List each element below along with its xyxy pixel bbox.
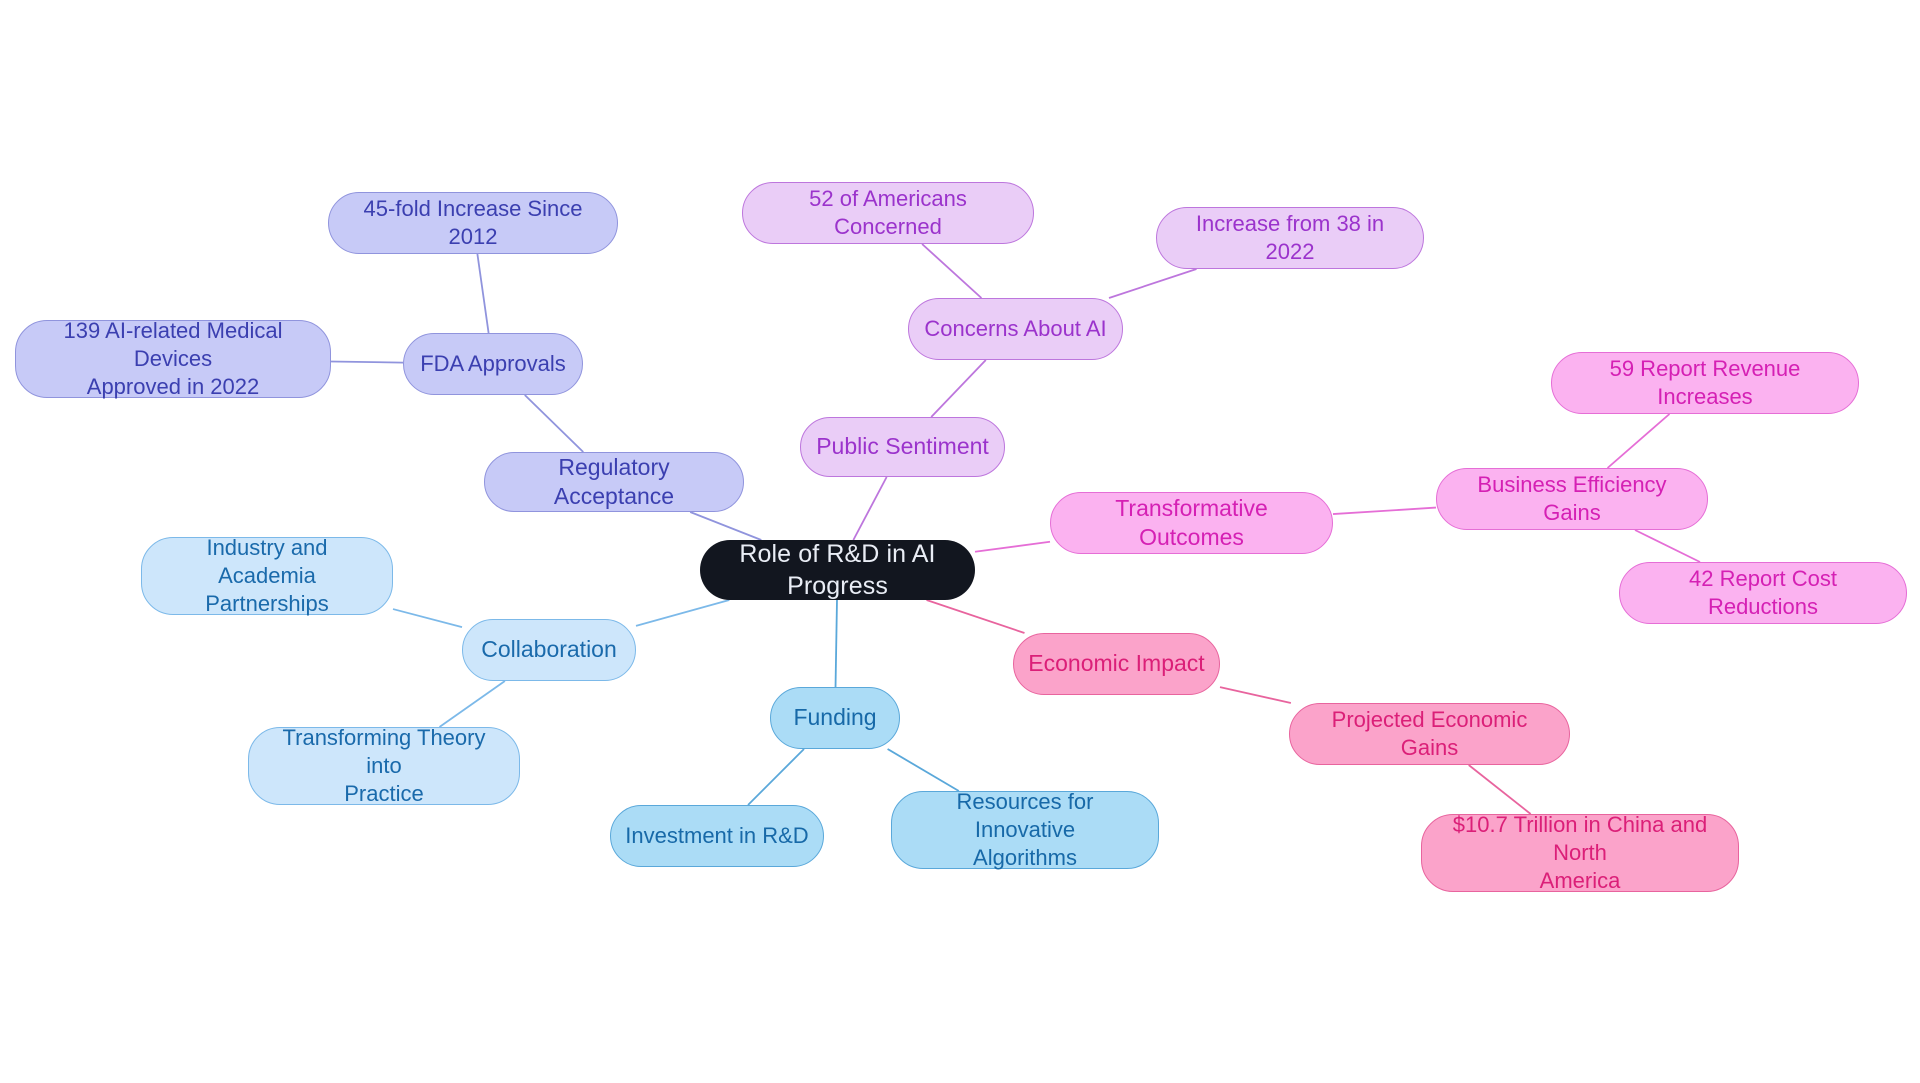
mindmap-node-resources-innovative-algorithms[interactable]: Resources for Innovative Algorithms [891,788,1159,871]
mindmap-branch-transformative-outcomes[interactable]: Transformative Outcomes [1050,492,1333,554]
mindmap-edge [392,608,463,629]
mindmap-node-59-revenue-increases[interactable]: 59 Report Revenue Increases [1551,352,1859,414]
mindmap-edge [887,748,960,792]
mindmap-node-projected-economic-gains[interactable]: Projected Economic Gains [1289,703,1570,765]
node-label: Role of R&D in AI Progress [739,540,936,600]
mindmap-edge [834,599,838,688]
mindmap-edge [635,599,730,627]
mindmap-edge [747,748,805,806]
mindmap-edge [1108,268,1197,299]
mindmap-edge [974,540,1051,553]
mindmap-edge [1219,686,1292,704]
node-label: Industry and Academia Partnerships [205,534,329,617]
node-label: 45-fold Increase Since 2012 [363,195,583,249]
node-label: Resources for Innovative Algorithms [956,788,1094,871]
node-label: Collaboration [481,636,617,663]
node-label: 42 Report Cost Reductions [1689,565,1837,619]
mindmap-node-industry-academia-partnerships[interactable]: Industry and Academia Partnerships [141,534,393,617]
mindmap-node-42-cost-reductions[interactable]: 42 Report Cost Reductions [1619,562,1907,624]
mindmap-edge [1332,506,1437,515]
mindmap-node-fda-approvals[interactable]: FDA Approvals [403,333,583,395]
mindmap-branch-public-sentiment[interactable]: Public Sentiment [800,417,1005,477]
mindmap-branch-funding[interactable]: Funding [770,687,900,749]
node-label: Transformative Outcomes [1115,494,1268,550]
mindmap-edge [1606,413,1671,469]
mindmap-branch-regulatory-acceptance[interactable]: Regulatory Acceptance [484,452,744,512]
mindmap-edge [921,243,983,299]
node-label: Projected Economic Gains [1331,706,1528,760]
node-label: 139 AI-related Medical Devices Approved … [63,317,283,400]
mindmap-branch-economic-impact[interactable]: Economic Impact [1013,633,1220,695]
mindmap-root-node[interactable]: Role of R&D in AI Progress [700,540,975,600]
mindmap-edge [438,680,506,728]
node-label: Concerns About AI [924,315,1107,341]
mindmap-branch-collaboration[interactable]: Collaboration [462,619,636,681]
mindmap-edge [930,359,987,418]
mindmap-edge [476,253,490,334]
node-label: Transforming Theory into Practice [282,724,486,807]
mindmap-canvas: Role of R&D in AI Progress Regulatory Acc… [0,0,1920,1083]
node-label: Increase from 38 in 2022 [1195,210,1385,264]
mindmap-node-45-fold-increase[interactable]: 45-fold Increase Since 2012 [328,192,618,254]
mindmap-edge [524,394,584,453]
node-label: Economic Impact [1028,650,1205,677]
mindmap-node-10-7-trillion[interactable]: $10.7 Trillion in China and North Americ… [1421,811,1739,894]
mindmap-edge [689,511,762,541]
node-label: Business Efficiency Gains [1477,471,1667,525]
node-label: Public Sentiment [816,433,989,460]
mindmap-edge [330,360,404,364]
node-label: $10.7 Trillion in China and North Americ… [1452,811,1708,894]
node-label: Funding [793,704,877,731]
mindmap-node-concerns-about-ai[interactable]: Concerns About AI [908,298,1123,360]
mindmap-node-52-americans-concerned[interactable]: 52 of Americans Concerned [742,182,1034,244]
mindmap-node-139-medical-devices[interactable]: 139 AI-related Medical Devices Approved … [15,317,331,400]
mindmap-node-investment-in-rd[interactable]: Investment in R&D [610,805,824,867]
mindmap-edge [926,599,1025,634]
node-label: 59 Report Revenue Increases [1609,355,1801,409]
mindmap-node-business-efficiency-gains[interactable]: Business Efficiency Gains [1436,468,1708,530]
node-label: 52 of Americans Concerned [809,185,967,239]
mindmap-edge [1468,764,1532,815]
node-label: FDA Approvals [420,350,566,376]
node-label: Investment in R&D [625,822,809,848]
mindmap-node-increase-from-38[interactable]: Increase from 38 in 2022 [1156,207,1424,269]
node-label: Regulatory Acceptance [553,453,675,509]
mindmap-node-transforming-theory-practice[interactable]: Transforming Theory into Practice [248,724,520,807]
mindmap-edge [1634,529,1701,563]
mindmap-edge [852,476,888,541]
